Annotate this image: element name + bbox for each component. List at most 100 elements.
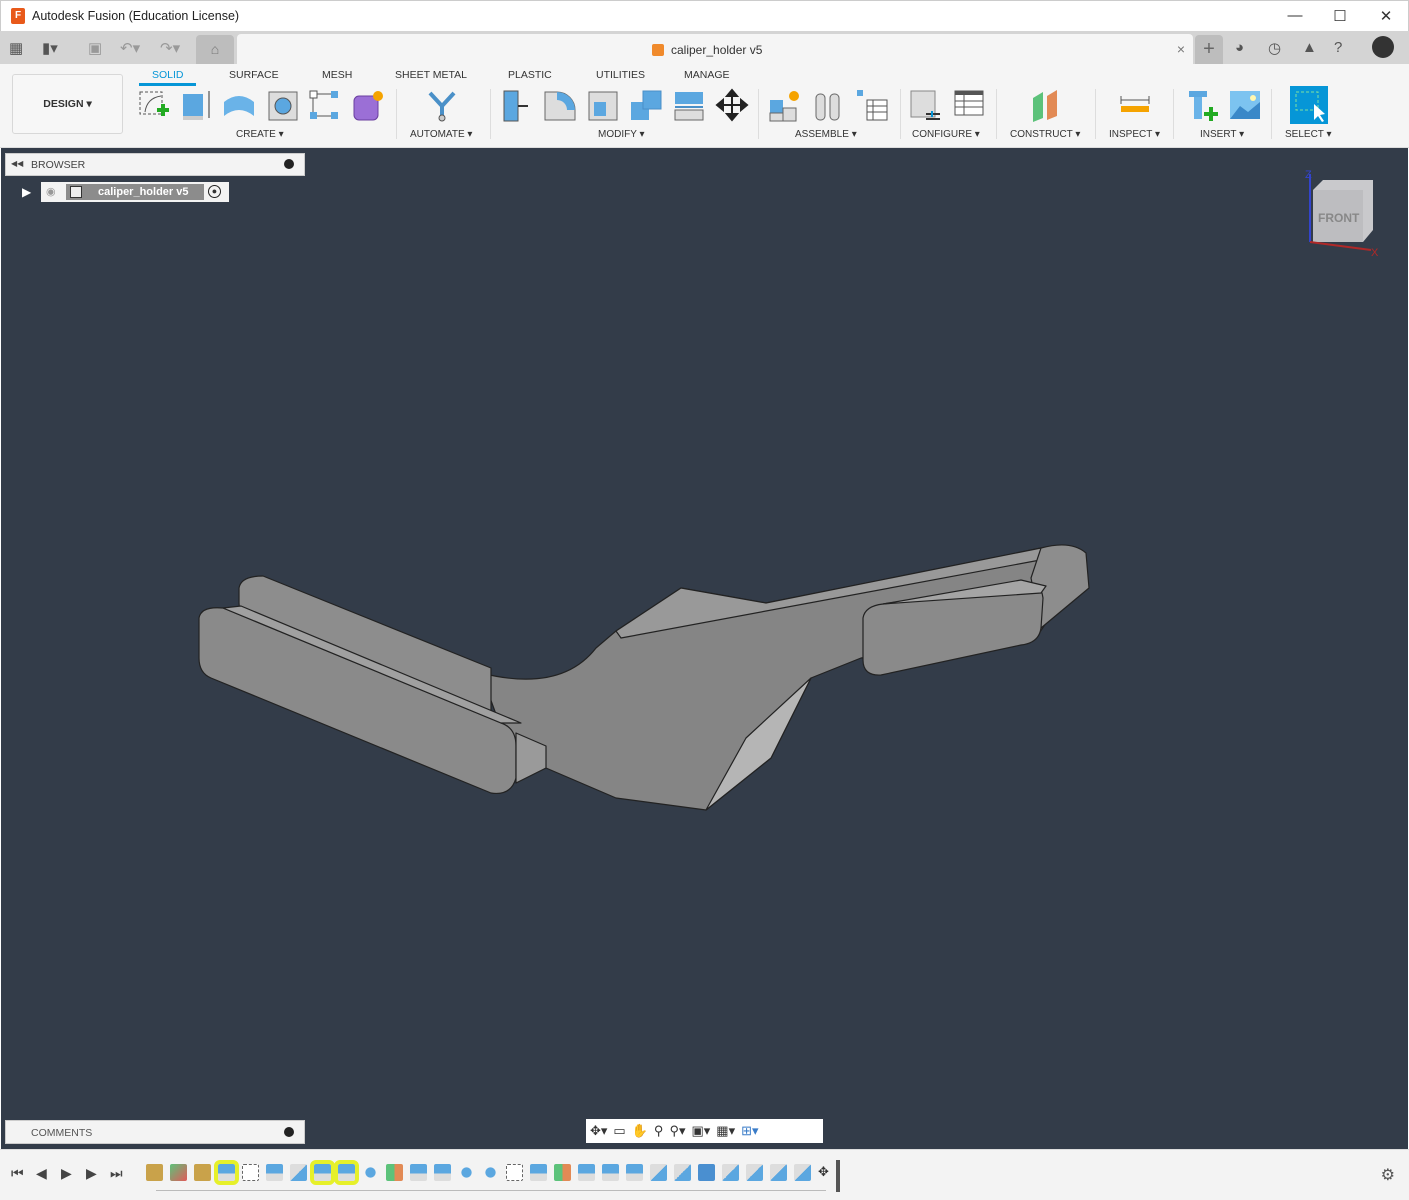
undo-icon[interactable]: ↶▾ xyxy=(120,39,140,57)
press-pull-icon[interactable] xyxy=(500,88,534,122)
offset-face-icon[interactable] xyxy=(672,88,706,122)
fit-icon[interactable]: ⚲▾ xyxy=(669,1123,685,1139)
timeline-feature-body[interactable] xyxy=(170,1164,187,1181)
extrude-icon[interactable] xyxy=(180,88,214,122)
timeline-feature-sketch[interactable] xyxy=(506,1164,523,1181)
timeline-feature-fillet[interactable] xyxy=(290,1164,307,1181)
timeline-feature-combine[interactable] xyxy=(698,1164,715,1181)
timeline-feature-extrude[interactable] xyxy=(410,1164,427,1181)
timeline-feature-joint[interactable] xyxy=(194,1164,211,1181)
select-menu[interactable]: SELECT ▾ xyxy=(1285,129,1332,140)
look-at-icon[interactable]: ▭ xyxy=(613,1123,625,1139)
zoom-icon[interactable]: ⚲ xyxy=(654,1123,664,1139)
last-icon[interactable]: ⏭ xyxy=(110,1165,123,1182)
configuration-table-icon[interactable] xyxy=(952,88,986,122)
timeline-feature-fillet[interactable] xyxy=(794,1164,811,1181)
previous-icon[interactable]: ◀ xyxy=(36,1165,47,1182)
browser-root-node[interactable]: ◉ caliper_holder v5 ● xyxy=(41,182,229,202)
root-component-label[interactable]: caliper_holder v5 xyxy=(66,184,204,200)
redo-icon[interactable]: ↷▾ xyxy=(160,39,180,57)
tab-plastic[interactable]: PLASTIC xyxy=(508,69,552,81)
tab-manage[interactable]: MANAGE xyxy=(684,69,730,81)
plus-icon[interactable]: + xyxy=(1195,35,1223,64)
measure-icon[interactable] xyxy=(1118,88,1152,122)
maximize-button[interactable]: ☐ xyxy=(1330,7,1350,25)
timeline-feature-extrude[interactable] xyxy=(334,1160,359,1185)
configure-icon[interactable] xyxy=(908,88,942,122)
shell-icon[interactable] xyxy=(586,88,620,122)
timeline-feature-hole[interactable] xyxy=(458,1164,475,1181)
pattern-icon[interactable] xyxy=(307,88,341,122)
create-sketch-icon[interactable] xyxy=(137,88,171,122)
create-form-icon[interactable] xyxy=(351,88,385,122)
play-icon[interactable]: ▶ xyxy=(61,1165,72,1182)
timeline-feature-extrude[interactable] xyxy=(266,1164,283,1181)
avatar[interactable] xyxy=(1372,36,1394,58)
gear-icon[interactable]: ⚙ xyxy=(1381,1165,1395,1185)
tab-sheet-metal[interactable]: SHEET METAL xyxy=(395,69,467,81)
timeline-feature-fillet[interactable] xyxy=(674,1164,691,1181)
minimize-panel-icon[interactable] xyxy=(284,159,294,169)
tab-mesh[interactable]: MESH xyxy=(322,69,352,81)
collapse-icon[interactable]: ◀◀ xyxy=(11,159,23,168)
minimize-button[interactable]: — xyxy=(1285,7,1305,24)
first-icon[interactable]: ⏮ xyxy=(11,1165,24,1182)
create-menu[interactable]: CREATE ▾ xyxy=(236,129,284,140)
workspace-switcher[interactable]: DESIGN ▾ xyxy=(12,74,123,134)
timeline-feature-extrude[interactable] xyxy=(602,1164,619,1181)
insert-mcmaster-icon[interactable] xyxy=(1186,88,1220,122)
3d-viewport[interactable]: Z X FRONT xyxy=(1,148,1408,1149)
move-icon[interactable] xyxy=(715,88,749,122)
timeline-feature-plane[interactable] xyxy=(554,1164,571,1181)
revolve-icon[interactable] xyxy=(222,88,256,122)
timeline-feature-extrude[interactable] xyxy=(310,1160,335,1185)
next-icon[interactable]: ▶ xyxy=(86,1165,97,1182)
select-icon[interactable] xyxy=(1290,86,1328,124)
display-settings-icon[interactable]: ▣▾ xyxy=(691,1123,710,1139)
job-status-icon[interactable]: ◷ xyxy=(1268,39,1281,57)
timeline-marker[interactable] xyxy=(836,1160,840,1192)
timeline-feature-extrude[interactable] xyxy=(434,1164,451,1181)
tab-utilities[interactable]: UTILITIES xyxy=(596,69,645,81)
visibility-eye-icon[interactable]: ◉ xyxy=(46,185,56,198)
automate-icon[interactable] xyxy=(425,88,459,122)
automate-menu[interactable]: AUTOMATE ▾ xyxy=(410,129,472,140)
insert-menu[interactable]: INSERT ▾ xyxy=(1200,129,1244,140)
timeline-feature-fillet[interactable] xyxy=(722,1164,739,1181)
timeline-feature-move[interactable]: ✥ xyxy=(818,1164,835,1181)
front-face-label[interactable]: FRONT xyxy=(1318,211,1360,225)
grid-settings-icon[interactable]: ▦▾ xyxy=(716,1123,735,1139)
inspect-menu[interactable]: INSPECT ▾ xyxy=(1109,129,1160,140)
timeline-feature-fillet[interactable] xyxy=(650,1164,667,1181)
timeline-feature-extrude[interactable] xyxy=(530,1164,547,1181)
timeline-feature-fillet[interactable] xyxy=(746,1164,763,1181)
orbit-icon[interactable]: ✥▾ xyxy=(590,1123,607,1139)
pan-icon[interactable]: ✋ xyxy=(632,1123,648,1139)
timeline-feature-plane[interactable] xyxy=(386,1164,403,1181)
close-button[interactable]: ✕ xyxy=(1376,7,1396,25)
fillet-icon[interactable] xyxy=(542,88,576,122)
activate-radio-icon[interactable]: ● xyxy=(208,185,221,198)
viewports-icon[interactable]: ⊞▾ xyxy=(741,1123,758,1139)
timeline-feature-extrude[interactable] xyxy=(626,1164,643,1181)
timeline-feature-extrude[interactable] xyxy=(214,1160,239,1185)
joint-icon[interactable] xyxy=(812,88,846,122)
save-icon[interactable]: ▣ xyxy=(88,39,102,57)
expand-arrow-icon[interactable]: ▶ xyxy=(22,185,31,199)
file-icon[interactable]: ▮▾ xyxy=(42,39,58,57)
new-component-icon[interactable] xyxy=(768,88,802,122)
modify-menu[interactable]: MODIFY ▾ xyxy=(598,129,645,140)
configure-menu[interactable]: CONFIGURE ▾ xyxy=(912,129,980,140)
construct-menu[interactable]: CONSTRUCT ▾ xyxy=(1010,129,1080,140)
assemble-menu[interactable]: ASSEMBLE ▾ xyxy=(795,129,857,140)
close-tab-icon[interactable]: × xyxy=(1177,41,1185,57)
timeline-feature-hole[interactable] xyxy=(362,1164,379,1181)
insert-image-icon[interactable] xyxy=(1228,88,1262,122)
view-cube[interactable]: Z X FRONT xyxy=(1301,166,1381,266)
notifications-icon[interactable]: ▲ xyxy=(1302,39,1317,56)
tab-surface[interactable]: SURFACE xyxy=(229,69,279,81)
home-icon[interactable]: ⌂ xyxy=(196,35,234,64)
tab-solid[interactable]: SOLID xyxy=(152,69,184,81)
construct-plane-icon[interactable] xyxy=(1028,88,1062,122)
grid-icon[interactable]: ▦ xyxy=(9,39,23,57)
